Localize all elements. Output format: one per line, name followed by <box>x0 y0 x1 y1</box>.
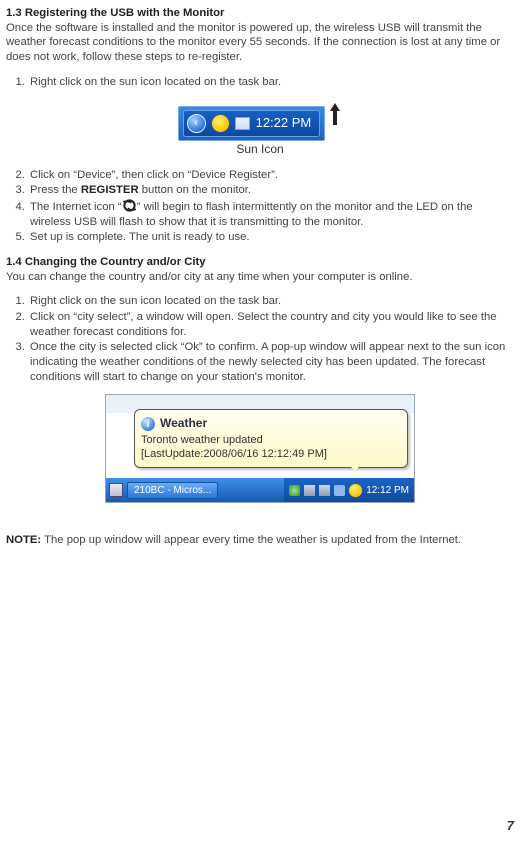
notification-balloon: i Weather Toronto weather updated [LastU… <box>134 409 408 468</box>
list-item: Right click on the sun icon located on t… <box>28 294 514 309</box>
chevron-left-icon: ‹ <box>187 114 206 133</box>
taskbar-tray-outer: ‹ 12:22 PM <box>178 106 326 141</box>
list-item: Click on “Device”, then click on “Device… <box>28 168 514 183</box>
section-heading: 1.3 Registering the USB with the Monitor <box>6 6 514 21</box>
tray-icon <box>319 485 330 496</box>
list-item: Set up is complete. The unit is ready to… <box>28 230 514 245</box>
tray-clock: 12:22 PM <box>256 115 312 132</box>
balloon-body: Toronto weather updated [LastUpdate:2008… <box>141 434 399 462</box>
sun-icon <box>349 484 362 497</box>
heading-1-4: 1.4 Changing the Country and/or City <box>6 256 206 268</box>
tray-icon <box>289 485 300 496</box>
taskbar-task: 210BC - Micros... <box>127 482 218 499</box>
list-item: The Internet icon “” will begin to flash… <box>28 199 514 229</box>
info-icon: i <box>141 417 155 431</box>
steps-list-c: Right click on the sun icon located on t… <box>6 294 514 384</box>
taskbar: 210BC - Micros... 12:12 PM <box>106 478 414 502</box>
balloon-title: Weather <box>160 416 207 432</box>
page-number: 7 <box>507 818 514 835</box>
steps-list-b: Click on “Device”, then click on “Device… <box>6 168 514 245</box>
list-item: Right click on the sun icon located on t… <box>28 75 514 90</box>
intro-paragraph: Once the software is installed and the m… <box>6 21 514 65</box>
internet-icon <box>122 199 137 212</box>
tray-app-icon <box>235 117 250 130</box>
tray-icon <box>334 485 345 496</box>
figure-taskbar-sun: ‹ 12:22 PM Sun Icon <box>6 99 514 157</box>
heading-1-3: 1.3 Registering the USB with the Monitor <box>6 7 224 19</box>
note-paragraph: NOTE: The pop up window will appear ever… <box>6 533 514 548</box>
register-label: REGISTER <box>81 184 139 196</box>
taskbar-left: 210BC - Micros... <box>106 482 218 499</box>
text-fragment: Press the <box>30 184 81 196</box>
taskbar-tray: ‹ 12:22 PM <box>183 110 321 137</box>
text-fragment: button on the monitor. <box>139 184 251 196</box>
text-fragment: The Internet icon “ <box>30 201 122 213</box>
note-label: NOTE: <box>6 534 41 546</box>
app-icon <box>109 483 123 497</box>
note-text: The pop up window will appear every time… <box>41 534 461 546</box>
section-heading: 1.4 Changing the Country and/or City <box>6 255 514 270</box>
figure-caption: Sun Icon <box>6 142 514 158</box>
intro-paragraph-2: You can change the country and/or city a… <box>6 270 514 285</box>
balloon-title-row: i Weather <box>141 416 399 432</box>
list-item: Click on “city select”, a window will op… <box>28 310 514 339</box>
tray-clock: 12:12 PM <box>366 484 409 497</box>
sun-icon <box>212 115 229 132</box>
balloon-line: [LastUpdate:2008/06/16 12:12:49 PM] <box>141 448 327 460</box>
balloon-line: Toronto weather updated <box>141 434 263 446</box>
steps-list-a: Right click on the sun icon located on t… <box>6 75 514 90</box>
list-item: Press the REGISTER button on the monitor… <box>28 183 514 198</box>
arrow-up-icon <box>328 102 342 126</box>
desktop-snippet: i Weather Toronto weather updated [LastU… <box>105 394 415 503</box>
tray-icon <box>304 485 315 496</box>
figure-popup: i Weather Toronto weather updated [LastU… <box>6 394 514 503</box>
taskbar-right: 12:12 PM <box>284 478 414 502</box>
list-item: Once the city is selected click “Ok” to … <box>28 340 514 384</box>
